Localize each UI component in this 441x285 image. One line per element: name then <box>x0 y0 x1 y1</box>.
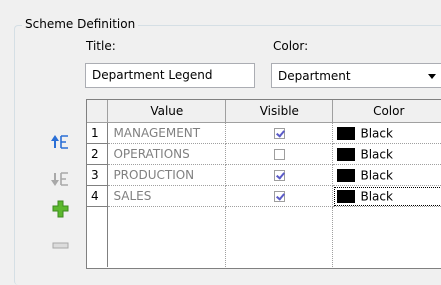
move-down-button[interactable] <box>50 170 72 192</box>
color-cell[interactable]: Black <box>332 143 441 165</box>
row-number[interactable]: 4 <box>87 185 109 207</box>
table-row[interactable]: 3 PRODUCTION Black <box>87 164 441 186</box>
table-row[interactable]: 4 SALES Black <box>87 185 441 207</box>
table-row[interactable]: 1 MANAGEMENT Black <box>87 122 441 144</box>
row-number[interactable]: 1 <box>87 122 109 144</box>
move-up-icon <box>51 135 68 149</box>
scheme-definition-title: Scheme Definition <box>22 16 139 32</box>
value-cell[interactable]: PRODUCTION <box>107 164 227 186</box>
color-name: Black <box>360 189 393 204</box>
move-up-button[interactable] <box>50 133 72 155</box>
color-field-value: Department <box>278 69 351 83</box>
chevron-down-icon[interactable] <box>428 74 436 79</box>
color-name: Black <box>360 126 393 141</box>
column-header-color[interactable]: Color <box>332 100 441 123</box>
add-button[interactable] <box>50 199 72 221</box>
column-header-visible[interactable]: Visible <box>225 100 334 123</box>
color-cell[interactable]: Black <box>332 122 441 144</box>
remove-button[interactable] <box>50 240 72 262</box>
visible-checkbox[interactable] <box>273 128 285 139</box>
row-number[interactable]: 2 <box>87 143 109 165</box>
color-name: Black <box>360 147 393 162</box>
color-swatch <box>337 147 356 161</box>
add-icon <box>52 200 69 218</box>
color-name: Black <box>360 168 393 183</box>
color-cell[interactable]: Black <box>332 185 441 207</box>
move-down-icon <box>51 172 68 186</box>
color-cell[interactable]: Black <box>332 164 441 186</box>
title-input[interactable]: Department Legend <box>85 63 255 88</box>
value-cell[interactable]: SALES <box>107 185 227 207</box>
scheme-grid: Value Visible Color 1 MANAGEMENT Black 2… <box>86 99 441 269</box>
color-field-dropdown[interactable]: Department <box>271 63 441 88</box>
row-number[interactable]: 3 <box>87 164 109 186</box>
value-cell[interactable]: OPERATIONS <box>107 143 227 165</box>
grid-corner <box>87 100 109 123</box>
value-cell[interactable]: MANAGEMENT <box>107 122 227 144</box>
visible-cell <box>225 122 334 144</box>
visible-checkbox[interactable] <box>273 170 285 181</box>
color-swatch <box>337 168 356 182</box>
visible-cell <box>225 185 334 207</box>
visible-checkbox[interactable] <box>273 191 285 202</box>
visible-cell <box>225 164 334 186</box>
row-number-empty <box>87 206 109 267</box>
visible-cell <box>225 143 334 165</box>
title-label: Title: <box>86 39 116 53</box>
color-swatch <box>337 126 356 140</box>
table-row[interactable]: 2 OPERATIONS Black <box>87 143 441 165</box>
empty-row <box>87 206 441 267</box>
visible-checkbox[interactable] <box>273 149 285 160</box>
color-label: Color: <box>273 39 309 53</box>
color-swatch <box>337 189 356 203</box>
column-header-value[interactable]: Value <box>107 100 227 123</box>
remove-icon <box>52 242 69 249</box>
